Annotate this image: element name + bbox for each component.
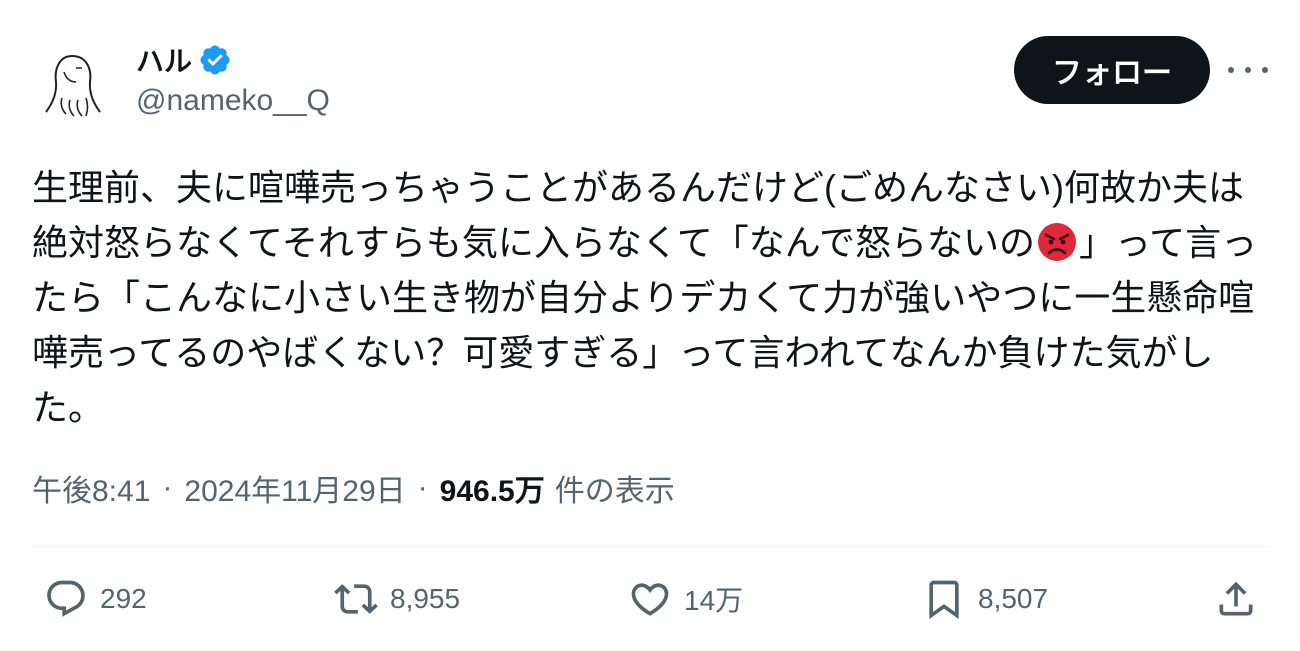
meta-separator: · [417,471,428,504]
retweet-count: 8,955 [390,583,461,614]
more-dot [1262,67,1268,73]
reply-count: 292 [100,583,147,614]
user-name-row: ハル [136,40,232,80]
divider [32,546,1268,547]
tweet-meta: 午後8:41 · 2024年11月29日 · 946.5万 件の表示 [32,466,675,510]
bookmark-icon [929,580,959,620]
more-icon[interactable] [1228,56,1268,84]
like-icon [631,583,669,616]
tweet-text: 生理前、夫に喧嘩売っちゃうことがあるんだけど(ごめんなさい)何故か夫は絶対怒らな… [32,160,1268,435]
reply-icon [47,580,85,617]
views-count[interactable]: 946.5万 [440,466,545,510]
display-name[interactable]: ハル [136,40,192,80]
reply-button[interactable]: 292 [44,574,147,624]
tweet-time[interactable]: 午後8:41 [32,466,150,510]
verified-badge-icon[interactable] [198,43,232,77]
bookmark-button[interactable]: 8,507 [922,574,1048,624]
retweet-icon [334,584,378,614]
more-dot [1228,67,1234,73]
angry-face-emoji-icon [1037,222,1077,262]
follow-button[interactable]: フォロー [1014,36,1210,104]
like-count: 14万 [684,585,744,616]
views-label: 件の表示 [554,475,675,508]
share-icon [1219,581,1253,616]
tweet-date[interactable]: 2024年11月29日 [184,466,405,510]
bookmark-count: 8,507 [978,583,1049,614]
like-button[interactable]: 14万 [628,574,743,624]
retweet-button[interactable]: 8,955 [334,574,460,624]
share-button[interactable] [1214,574,1258,624]
user-handle[interactable]: @nameko__Q [136,84,330,118]
meta-separator: · [162,471,173,504]
avatar[interactable] [32,38,120,126]
avatar-illustration [32,38,120,126]
more-dot [1245,67,1251,73]
